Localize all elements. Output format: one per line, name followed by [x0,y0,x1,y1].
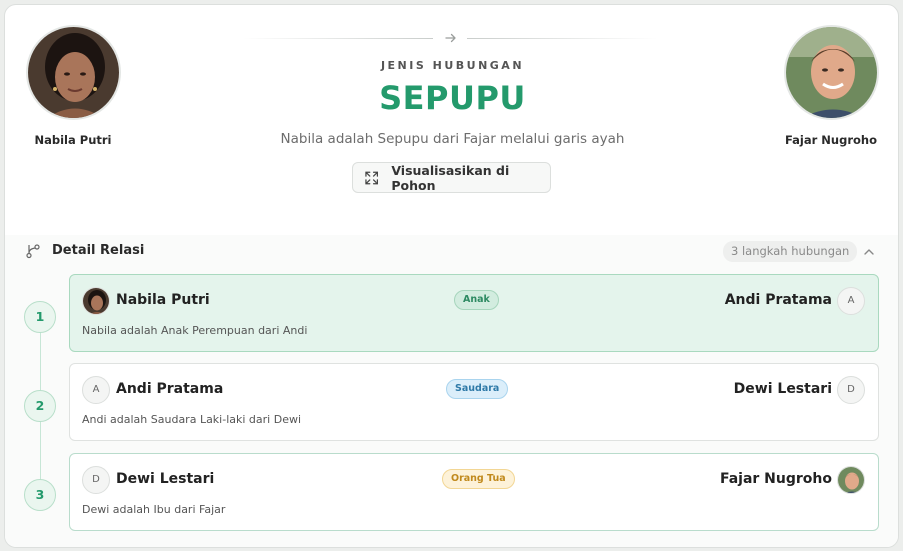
visualize-tree-label: Visualisasikan di Pohon [391,162,510,193]
relation-sentence: Nabila adalah Anak Perempuan dari Andi [82,324,308,337]
connector-line-right [467,38,657,39]
relationship-card: Nabila Putri Fajar Nugroho JENIS HUBUNGA… [4,4,899,548]
relation-sentence: Dewi adalah Ibu dari Fajar [82,503,226,516]
avatar: D [837,376,865,404]
to-person-name: Dewi Lestari [733,381,832,397]
steps-count-badge: 3 langkah hubungan [723,241,858,262]
expand-icon [365,171,379,184]
to-person-name: Andi Pratama [724,292,832,308]
relation-details-section: Detail Relasi 3 langkah hubungan 1 Nabil… [5,235,898,547]
relation-step-card[interactable]: D Dewi Lestari Orang Tua Fajar Nugroho D… [69,453,879,531]
from-person-name: Dewi Lestari [116,471,215,487]
avatar: A [82,376,110,404]
relation-type-label: JENIS HUBUNGAN [380,59,525,72]
avatar: D [82,466,110,494]
visualize-tree-button[interactable]: Visualisasikan di Pohon [352,162,551,193]
relation-description: Nabila adalah Sepupu dari Fajar melalui … [280,131,625,147]
from-person-name: Nabila Putri [116,292,210,308]
avatar: A [837,287,865,315]
step-number: 3 [24,479,56,511]
relation-step-card[interactable]: Nabila Putri Anak Andi Pratama A Nabila … [69,274,879,352]
relation-sentence: Andi adalah Saudara Laki-laki dari Dewi [82,413,302,426]
avatar [837,466,865,494]
relation-step-card[interactable]: A Andi Pratama Saudara Dewi Lestari D An… [69,363,879,441]
avatar [82,287,110,315]
step-number: 1 [24,301,56,333]
details-header[interactable]: Detail Relasi 3 langkah hubungan [5,235,898,269]
relation-badge: Orang Tua [442,469,515,489]
details-title: Detail Relasi [52,243,145,258]
step-number: 2 [24,390,56,422]
arrow-right-icon [445,33,456,43]
relation-badge: Anak [454,290,499,310]
relation-type-value: SEPUPU [379,79,526,117]
git-branch-icon [26,244,40,259]
to-person-name: Fajar Nugroho [719,471,832,487]
from-person-name: Andi Pratama [116,381,224,397]
connector-line-left [243,38,433,39]
chevron-up-icon[interactable] [862,245,876,259]
relation-badge: Saudara [446,379,509,399]
